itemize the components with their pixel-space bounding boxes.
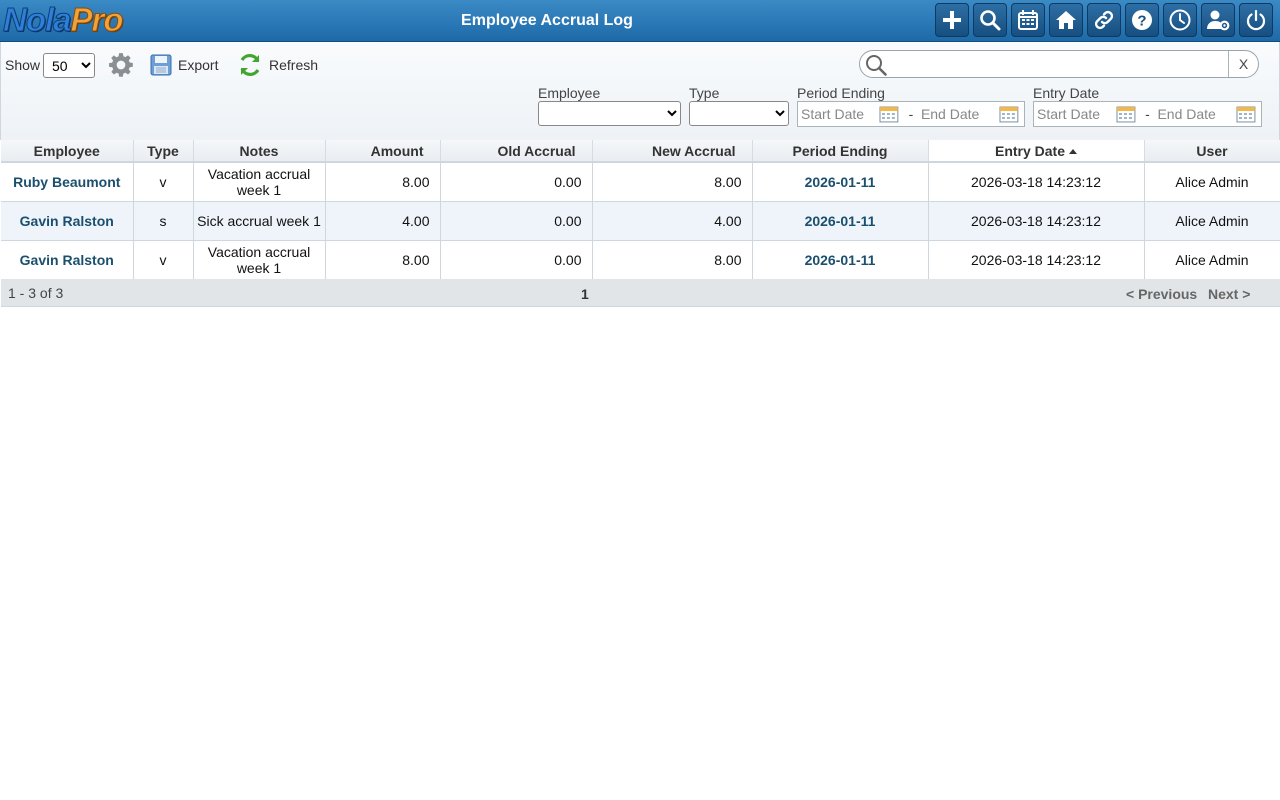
col-header-period-ending[interactable]: Period Ending	[752, 140, 929, 163]
calendar-icon[interactable]	[1236, 105, 1256, 123]
col-header-entry-date[interactable]: Entry Date	[928, 140, 1145, 163]
new-accrual-cell: 8.00	[592, 162, 753, 202]
col-header-new-accrual[interactable]: New Accrual	[592, 140, 753, 163]
search-button[interactable]	[973, 3, 1007, 37]
refresh-icon	[240, 54, 260, 76]
old-accrual-cell: 0.00	[440, 162, 593, 202]
entry-end-date-input[interactable]: End Date	[1154, 106, 1236, 122]
power-icon	[1246, 9, 1266, 31]
col-header-old-accrual[interactable]: Old Accrual	[440, 140, 593, 163]
history-button[interactable]	[1163, 3, 1197, 37]
notes-cell: Sick accrual week 1	[193, 201, 326, 241]
home-icon	[1056, 11, 1076, 29]
type-filter-select[interactable]	[689, 101, 789, 126]
page-title: Employee Accrual Log	[461, 12, 633, 29]
export-button[interactable]: Export	[150, 52, 218, 78]
entry-date-range: Start Date - End Date	[1033, 101, 1262, 127]
new-accrual-cell: 8.00	[592, 240, 753, 280]
table-row: Gavin Ralston s Sick accrual week 1 4.00…	[1, 201, 1280, 241]
search-box: X	[859, 50, 1259, 78]
user-settings-icon	[1207, 10, 1230, 31]
col-header-amount[interactable]: Amount	[325, 140, 441, 163]
search-icon	[980, 10, 1001, 31]
period-start-date-input[interactable]: Start Date	[798, 106, 879, 122]
col-header-notes[interactable]: Notes	[193, 140, 326, 163]
plus-icon	[943, 11, 961, 29]
col-header-entry-date-label: Entry Date	[994, 142, 1066, 159]
help-button[interactable]: ?	[1125, 3, 1159, 37]
top-header: NolaPro Employee Accrual Log ?	[0, 0, 1280, 42]
links-button[interactable]	[1087, 3, 1121, 37]
employee-filter-select[interactable]	[538, 101, 681, 126]
employee-link[interactable]: Gavin Ralston	[1, 240, 134, 280]
entry-date-cell: 2026-03-18 14:23:12	[928, 162, 1145, 202]
user-cell: Alice Admin	[1144, 162, 1280, 202]
pagination-bar: 1 - 3 of 3 1 < Previous Next >	[1, 279, 1280, 307]
col-header-user[interactable]: User	[1144, 140, 1280, 163]
user-settings-button[interactable]	[1201, 3, 1235, 37]
previous-page-link[interactable]: < Previous	[1126, 286, 1197, 302]
entry-date-cell: 2026-03-18 14:23:12	[928, 201, 1145, 241]
employee-link[interactable]: Gavin Ralston	[1, 201, 134, 241]
amount-cell: 8.00	[325, 240, 441, 280]
page-number[interactable]: 1	[581, 286, 589, 302]
link-icon	[1094, 10, 1114, 30]
period-ending-link[interactable]: 2026-01-11	[752, 240, 929, 280]
toolbar: Show 50 Export Refresh X Employee Type P…	[0, 42, 1280, 140]
record-count: 1 - 3 of 3	[8, 285, 64, 301]
period-ending-link[interactable]: 2026-01-11	[752, 162, 929, 202]
show-label: Show	[5, 57, 41, 73]
employee-link[interactable]: Ruby Beaumont	[1, 162, 134, 202]
employee-filter-label: Employee	[538, 85, 601, 101]
refresh-label: Refresh	[269, 57, 319, 73]
col-header-employee[interactable]: Employee	[1, 140, 134, 163]
sort-ascending-icon	[1069, 148, 1078, 154]
type-cell: v	[133, 240, 194, 280]
help-icon: ?	[1132, 10, 1152, 30]
next-page-link[interactable]: Next >	[1208, 286, 1250, 302]
period-date-range: Start Date - End Date	[797, 101, 1025, 127]
accrual-log-table: Employee Type Notes Amount Old Accrual N…	[1, 140, 1280, 280]
svg-text:?: ?	[1137, 13, 1146, 30]
add-button[interactable]	[935, 3, 969, 37]
calendar-icon[interactable]	[879, 105, 899, 123]
notes-cell: Vacation accrual week 1	[193, 162, 326, 202]
new-accrual-cell: 4.00	[592, 201, 753, 241]
gear-icon[interactable]	[108, 52, 134, 78]
period-end-date-input[interactable]: End Date	[918, 106, 999, 122]
export-label: Export	[178, 57, 219, 73]
calendar-icon	[1018, 10, 1038, 30]
old-accrual-cell: 0.00	[440, 201, 593, 241]
calendar-icon[interactable]	[1116, 105, 1136, 123]
table-header-row: Employee Type Notes Amount Old Accrual N…	[1, 140, 1280, 163]
page-size-select[interactable]: 50	[43, 53, 95, 78]
table-row: Gavin Ralston v Vacation accrual week 1 …	[1, 240, 1280, 280]
period-filter-label: Period Ending	[797, 85, 885, 101]
user-cell: Alice Admin	[1144, 201, 1280, 241]
col-header-type[interactable]: Type	[133, 140, 194, 163]
user-cell: Alice Admin	[1144, 240, 1280, 280]
entry-date-filter-label: Entry Date	[1033, 85, 1100, 101]
clock-icon	[1169, 9, 1191, 31]
save-disk-icon	[150, 54, 172, 76]
type-filter-label: Type	[689, 85, 720, 101]
calendar-icon[interactable]	[999, 105, 1019, 123]
old-accrual-cell: 0.00	[440, 240, 593, 280]
clear-search-button[interactable]: X	[1228, 51, 1258, 77]
entry-start-date-input[interactable]: Start Date	[1034, 106, 1116, 122]
table-row: Ruby Beaumont v Vacation accrual week 1 …	[1, 162, 1280, 202]
type-cell: v	[133, 162, 194, 202]
amount-cell: 4.00	[325, 201, 441, 241]
notes-cell: Vacation accrual week 1	[193, 240, 326, 280]
search-input[interactable]	[890, 54, 1226, 74]
refresh-button[interactable]: Refresh	[237, 52, 318, 78]
period-ending-link[interactable]: 2026-01-11	[752, 201, 929, 241]
home-button[interactable]	[1049, 3, 1083, 37]
search-icon	[866, 55, 887, 76]
type-cell: s	[133, 201, 194, 241]
calendar-button[interactable]	[1011, 3, 1045, 37]
amount-cell: 8.00	[325, 162, 441, 202]
logout-button[interactable]	[1239, 3, 1273, 37]
entry-date-cell: 2026-03-18 14:23:12	[928, 240, 1145, 280]
